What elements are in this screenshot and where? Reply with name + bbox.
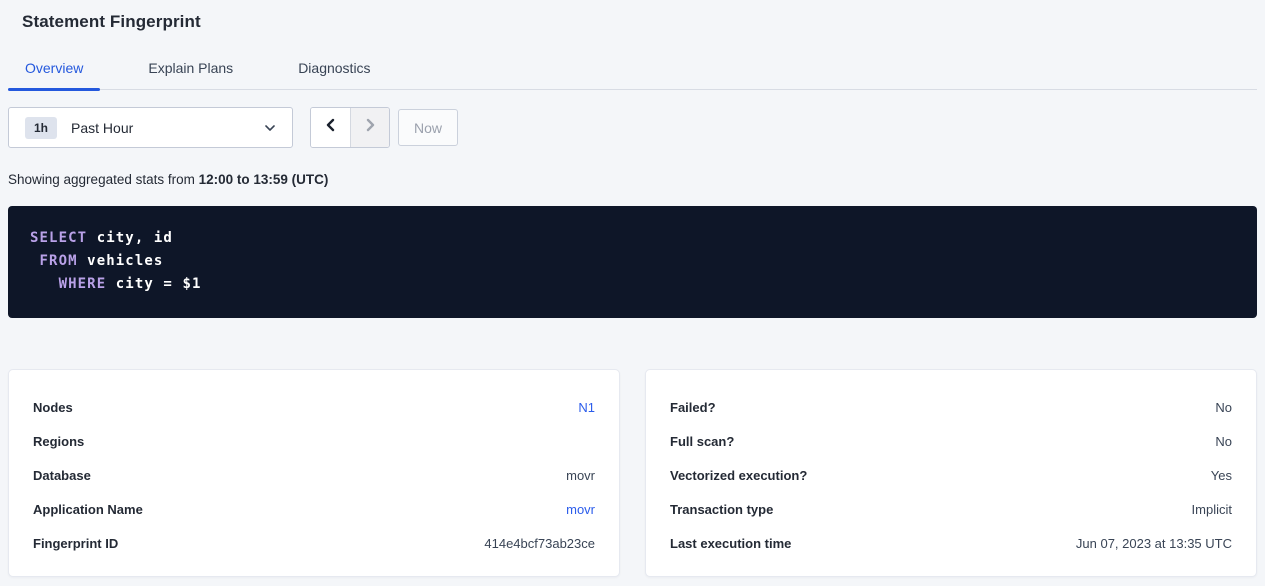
row-label: Fingerprint ID xyxy=(33,536,118,551)
card-row: Database movr xyxy=(33,458,595,492)
previous-time-button[interactable] xyxy=(311,108,350,147)
time-range-badge: 1h xyxy=(25,117,57,139)
row-label: Application Name xyxy=(33,502,143,517)
card-row: Fingerprint ID 414e4bcf73ab23ce xyxy=(33,526,595,560)
row-label: Failed? xyxy=(670,400,716,415)
row-value: 414e4bcf73ab23ce xyxy=(484,536,595,551)
row-label: Full scan? xyxy=(670,434,734,449)
card-row: Transaction type Implicit xyxy=(670,492,1232,526)
sql-line: SELECT city, id xyxy=(30,227,1235,250)
time-range-dropdown[interactable]: 1h Past Hour xyxy=(8,107,293,148)
time-range-label: Past Hour xyxy=(71,120,133,136)
row-value: Jun 07, 2023 at 13:35 UTC xyxy=(1076,536,1232,551)
row-label: Vectorized execution? xyxy=(670,468,807,483)
row-value: movr xyxy=(566,468,595,483)
stats-caption-prefix: Showing aggregated stats from xyxy=(8,172,199,187)
stats-caption-range: 12:00 to 13:59 (UTC) xyxy=(199,172,329,187)
now-button[interactable]: Now xyxy=(398,109,458,146)
tab-overview[interactable]: Overview xyxy=(8,33,100,89)
sql-keyword: FROM xyxy=(40,253,78,269)
card-row: Regions xyxy=(33,424,595,458)
sql-line: WHERE city = $1 xyxy=(30,273,1235,296)
row-label: Last execution time xyxy=(670,536,791,551)
row-label: Database xyxy=(33,468,91,483)
card-row: Failed? No xyxy=(670,390,1232,424)
row-value: Yes xyxy=(1211,468,1232,483)
next-time-button[interactable] xyxy=(350,108,389,147)
time-controls: 1h Past Hour Now xyxy=(8,107,1257,148)
row-value-link[interactable]: N1 xyxy=(578,400,595,415)
card-row: Full scan? No xyxy=(670,424,1232,458)
statement-fingerprint-page: Statement Fingerprint Overview Explain P… xyxy=(0,0,1265,577)
sql-line: FROM vehicles xyxy=(30,250,1235,273)
card-row: Nodes N1 xyxy=(33,390,595,424)
sql-keyword: WHERE xyxy=(59,276,107,292)
chevron-left-icon xyxy=(323,117,339,138)
statement-details-card-right: Failed? No Full scan? No Vectorized executio… xyxy=(645,369,1257,577)
row-label: Transaction type xyxy=(670,502,773,517)
row-value-link[interactable]: movr xyxy=(566,502,595,517)
card-row: Application Name movr xyxy=(33,492,595,526)
row-label: Nodes xyxy=(33,400,73,415)
row-value: No xyxy=(1215,434,1232,449)
tab-diagnostics[interactable]: Diagnostics xyxy=(281,33,387,89)
time-step-button-group xyxy=(310,107,390,148)
row-value: No xyxy=(1215,400,1232,415)
statement-details-card-left: NodesN1RegionsDatabasemovrApplication Na… xyxy=(8,369,620,577)
row-value: Implicit xyxy=(1192,502,1232,517)
row-label: Regions xyxy=(33,434,84,449)
tab-bar: Overview Explain Plans Diagnostics xyxy=(8,33,1257,90)
summary-cards: NodesN1RegionsDatabasemovrApplication Na… xyxy=(8,369,1257,577)
chevron-down-icon xyxy=(263,121,277,135)
card-row: Last execution time Jun 07, 2023 at 13:35… xyxy=(670,526,1232,560)
sql-keyword: SELECT xyxy=(30,230,87,246)
tab-explain-plans[interactable]: Explain Plans xyxy=(131,33,250,89)
sql-statement-box: SELECT city, id FROM vehicles WHERE city… xyxy=(8,206,1257,318)
chevron-right-icon xyxy=(362,117,378,138)
page-title: Statement Fingerprint xyxy=(8,0,1257,33)
aggregated-stats-caption: Showing aggregated stats from 12:00 to 1… xyxy=(8,172,1257,187)
card-row: Vectorized execution? Yes xyxy=(670,458,1232,492)
